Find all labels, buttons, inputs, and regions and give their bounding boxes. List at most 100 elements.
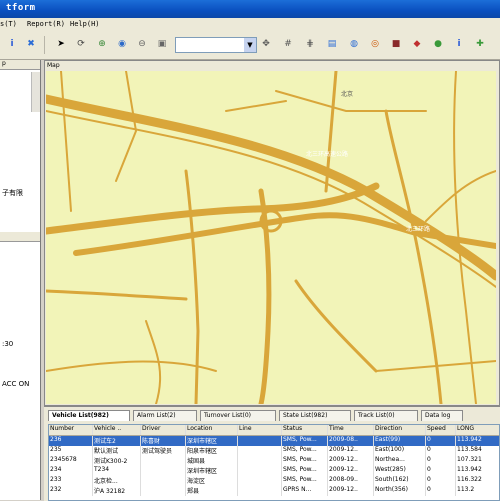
table-cell: 2009-12.. [328, 486, 374, 496]
tab-alarm-list[interactable]: Alarm List(2) [133, 410, 197, 421]
toolbar: i ✖ ➤ ⟳ ⊕ ◉ ⊖ ▣ ▼ ✥ # ⋕ ▤ ◍ ◎ ■ ◆ ● i ✚ [0, 31, 500, 60]
table-cell: East(100) [374, 446, 426, 456]
table-cell: 232 [49, 486, 93, 496]
table-cell: 测试驾驶员 [141, 446, 186, 456]
info-icon[interactable]: i [451, 36, 467, 52]
column-header: Number [49, 425, 93, 435]
column-header: LONG [456, 425, 499, 435]
camera-icon[interactable]: ◆ [409, 36, 425, 52]
table-cell: 0 [426, 436, 456, 446]
table-cell: 235 [49, 446, 93, 456]
table-cell: 郏县 [186, 486, 238, 496]
left-panel-tab-lower[interactable] [0, 232, 40, 242]
column-header: Status [282, 425, 328, 435]
table-row[interactable]: 235 默认测试 测试驾驶员 阳泉市辖区 SMS, Pow... 2009-12.. Eas… [49, 446, 499, 456]
zoom-out-icon[interactable]: ⊖ [134, 36, 150, 52]
map-tab[interactable]: Map [47, 62, 60, 69]
table-cell [141, 466, 186, 476]
table-cell [238, 446, 282, 456]
table-cell: GPRS N... [282, 486, 328, 496]
table-row[interactable]: 233 北京检... 海淀区 SMS, Pow... 2008-09.. South(16… [49, 476, 499, 486]
table-cell: 0 [426, 476, 456, 486]
zoom-in-icon[interactable]: ⊕ [94, 36, 110, 52]
table-cell [238, 476, 282, 486]
menu-item-report[interactable]: Report(R) [27, 20, 65, 28]
table-cell: SMS, Pow... [282, 446, 328, 456]
table-cell: 沪A 32182 [93, 486, 141, 496]
chevron-down-icon[interactable]: ▼ [244, 38, 256, 52]
bars-icon[interactable]: ◍ [346, 36, 362, 52]
pointer-icon[interactable]: ➤ [53, 36, 69, 52]
map-label-ring-road: 北三环路 [406, 225, 430, 233]
table-row[interactable]: 232 沪A 32182 郏县 GPRS N... 2009-12.. North(356… [49, 486, 499, 496]
tab-vehicle-list[interactable]: Vehicle List(982) [48, 410, 130, 421]
table-cell: 测试K300-2 [93, 456, 141, 466]
table-cell: 116.322 [456, 476, 499, 486]
map-canvas[interactable]: 北京 北三环高速公路 北三环路 [46, 71, 496, 404]
table-header[interactable]: Number Vehicle .. Driver Location Line Status… [49, 425, 499, 436]
left-panel-text: 子有限 [2, 189, 23, 197]
tab-state-list[interactable]: State List(982) [279, 410, 351, 421]
table-cell: 113.584 [456, 446, 499, 456]
table-cell: 113.942 [456, 436, 499, 446]
table-cell: Northea... [374, 456, 426, 466]
left-panel: p 子有限 :30 ACC ON [0, 60, 41, 500]
title-bar: tform [0, 0, 500, 18]
menu-bar: s(T) Report(R) Help(H) [0, 18, 500, 32]
table-cell: West(285) [374, 466, 426, 476]
table-cell: 阳泉市辖区 [186, 446, 238, 456]
table-cell: 北京检... [93, 476, 141, 486]
menu-item-help[interactable]: Help(H) [70, 20, 100, 28]
rotate-icon[interactable]: ✥ [258, 36, 274, 52]
table-cell: 107.321 [456, 456, 499, 466]
table-cell: SMS, Pow... [282, 436, 328, 446]
table-cell [238, 436, 282, 446]
table-cell: 234 [49, 466, 93, 476]
table-cell: 0 [426, 486, 456, 496]
table-cell [238, 456, 282, 466]
table-cell: 深圳市辖区 [186, 466, 238, 476]
table-cell: 城固县 [186, 456, 238, 466]
tab-turnover-list[interactable]: Turnover List(0) [200, 410, 276, 421]
table-cell: 海淀区 [186, 476, 238, 486]
scrollbar[interactable] [31, 72, 40, 112]
tab-track-list[interactable]: Track List(0) [354, 410, 418, 421]
table-cell: 2008-09.. [328, 476, 374, 486]
info-icon[interactable]: i [4, 36, 20, 52]
globe-icon[interactable]: ◉ [114, 36, 130, 52]
table-row[interactable]: 236 测试车2 陈喜财 深圳市辖区 SMS, Pow... 2009-08.. East(… [49, 436, 499, 446]
table-cell: 236 [49, 436, 93, 446]
grid-icon[interactable]: # [280, 36, 296, 52]
table-icon[interactable]: ▤ [324, 36, 340, 52]
layer-select[interactable]: ▼ [175, 37, 257, 53]
vehicle-table[interactable]: Number Vehicle .. Driver Location Line Status… [48, 424, 500, 501]
table-cell: 0 [426, 466, 456, 476]
table-cell: 2009-12.. [328, 446, 374, 456]
fullscreen-icon[interactable]: ▣ [154, 36, 170, 52]
table-cell [141, 486, 186, 496]
table-cell: 233 [49, 476, 93, 486]
column-header: Direction [374, 425, 426, 435]
table-cell: SMS, Pow... [282, 456, 328, 466]
car-icon[interactable]: ■ [388, 36, 404, 52]
table-cell: 2009-12.. [328, 456, 374, 466]
column-header: Speed [426, 425, 456, 435]
table-cell [141, 456, 186, 466]
table-cell: 113.942 [456, 466, 499, 476]
table-row[interactable]: 2345678 测试K300-2 城固县 SMS, Pow... 2009-12.. No… [49, 456, 499, 466]
layer-icon[interactable]: ⋕ [302, 36, 318, 52]
table-row[interactable]: 234 T234 深圳市辖区 SMS, Pow... 2009-12.. West(285… [49, 466, 499, 476]
table-cell: 0 [426, 446, 456, 456]
tab-data-log[interactable]: Data log [421, 410, 463, 421]
table-cell: East(99) [374, 436, 426, 446]
column-header: Location [186, 425, 238, 435]
shield-icon[interactable]: ● [430, 36, 446, 52]
map-label-place: 北京 [341, 90, 353, 98]
window-title: tform [6, 3, 36, 13]
leaf-icon[interactable]: ✚ [472, 36, 488, 52]
ring-icon[interactable]: ◎ [367, 36, 383, 52]
menu-item-s[interactable]: s(T) [0, 20, 17, 28]
left-panel-tab[interactable]: p [0, 60, 40, 70]
cross-icon[interactable]: ✖ [23, 36, 39, 52]
refresh-icon[interactable]: ⟳ [73, 36, 89, 52]
